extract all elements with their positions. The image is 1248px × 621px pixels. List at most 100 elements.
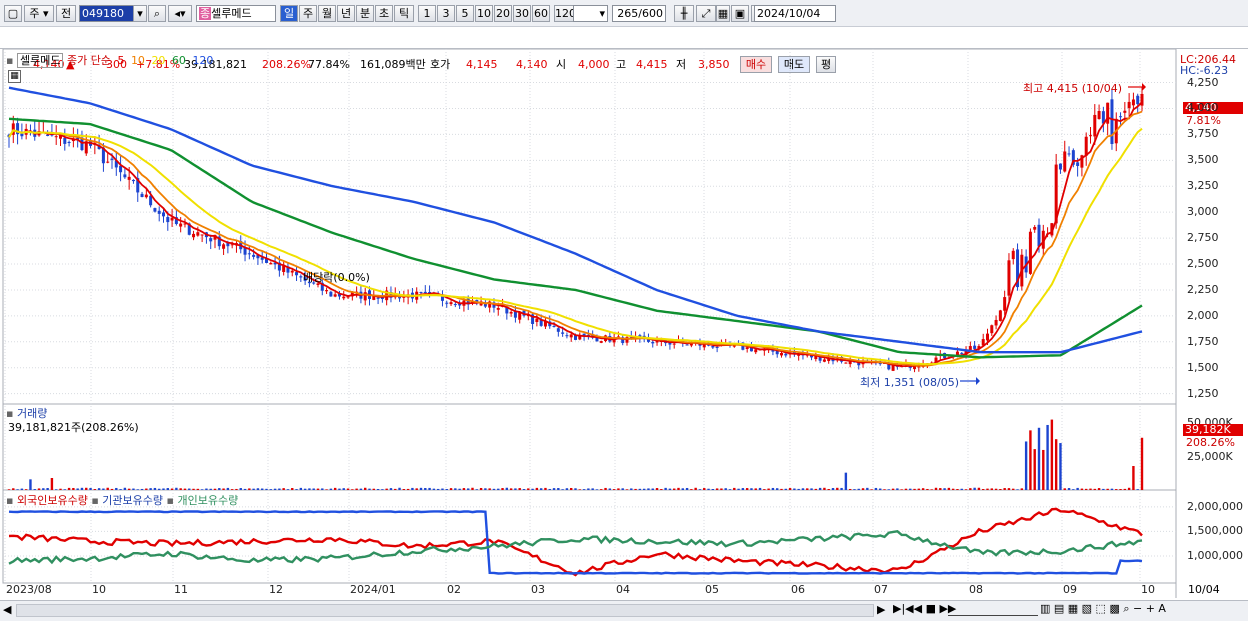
candle-body — [252, 254, 256, 257]
candle-body — [200, 234, 204, 236]
price-tick: 1,750 — [1187, 334, 1219, 348]
candle-body — [325, 290, 329, 292]
interval-60[interactable]: 60 — [532, 5, 550, 22]
tab-minute[interactable]: 분 — [356, 5, 374, 22]
x-axis-label: 05 — [705, 583, 719, 596]
volume-bar — [308, 488, 311, 490]
volume-bar — [342, 488, 345, 490]
volume-bar — [681, 488, 684, 490]
tab-week[interactable]: 주 — [299, 5, 317, 22]
volume-bar — [514, 488, 517, 490]
volume-bar — [145, 488, 148, 490]
zoom-slider[interactable] — [948, 604, 1038, 616]
volume-bar — [55, 489, 58, 490]
candle-type-icon[interactable]: ╫ — [674, 5, 694, 22]
bar-count-field[interactable]: 265/600 — [612, 5, 666, 22]
volume-bar — [1115, 489, 1118, 490]
volume-bar — [72, 487, 75, 490]
volume-bar — [1063, 488, 1066, 490]
volume-bar — [316, 488, 320, 490]
date-field[interactable]: 2024/10/04 — [754, 5, 836, 22]
volume-bar — [973, 487, 976, 490]
scroll-right-icon[interactable]: ▶ — [877, 603, 885, 616]
candle-body — [290, 270, 294, 273]
interval-custom-field[interactable]: ▾ — [573, 5, 608, 22]
interval-3[interactable]: 3 — [437, 5, 455, 22]
speaker-icon[interactable]: ◂▾ — [168, 5, 192, 22]
stock-badge: 종 — [199, 7, 212, 20]
volume-bar — [539, 488, 543, 490]
volume-bar — [46, 487, 49, 490]
volume-bar — [492, 488, 496, 490]
playback-controls[interactable]: ▶|◀◀ ■ ▶▶ — [893, 602, 956, 615]
candle-body — [745, 347, 749, 350]
volume-bar — [479, 487, 483, 490]
interval-30[interactable]: 30 — [513, 5, 531, 22]
stock-name-field[interactable]: 종셀루메드 — [196, 5, 276, 22]
volume-bar — [1097, 488, 1101, 490]
volume-bar — [1136, 489, 1139, 490]
scroll-left-icon[interactable]: ◀ — [3, 603, 11, 616]
period-select[interactable]: 주 ▾ — [24, 5, 54, 22]
tab-second[interactable]: 초 — [375, 5, 393, 22]
candle-body — [170, 217, 174, 221]
grid-icon[interactable]: ▦ — [716, 5, 730, 22]
interval-10[interactable]: 10 — [475, 5, 493, 22]
volume-bar — [703, 488, 706, 490]
stock-code-input[interactable]: 049180 — [79, 5, 135, 22]
volume-bar — [625, 489, 629, 490]
holding-tick: 2,000,000 — [1187, 499, 1243, 513]
tab-day[interactable]: 일 — [280, 5, 298, 22]
tab-month[interactable]: 월 — [318, 5, 336, 22]
volume-bar — [913, 488, 916, 490]
volume-bar — [488, 488, 491, 490]
chart-layout-icon[interactable]: ▢ — [4, 5, 22, 22]
volume-bar — [509, 488, 513, 490]
scrollbar-track[interactable] — [16, 604, 874, 617]
interval-20[interactable]: 20 — [494, 5, 512, 22]
draw-tool-icon[interactable]: ⤢ — [696, 5, 716, 22]
volume-bar — [788, 488, 792, 490]
volume-bar — [591, 488, 594, 490]
candle-body — [299, 276, 303, 278]
save-icon[interactable]: ▣ — [731, 5, 749, 22]
candle-body — [672, 343, 676, 345]
interval-5[interactable]: 5 — [456, 5, 474, 22]
candle-body — [844, 362, 848, 364]
volume-bar — [505, 487, 509, 490]
volume-bar — [891, 488, 895, 490]
volume-bar — [67, 487, 71, 490]
panel-border — [2, 403, 1177, 491]
holding-tick: 1,500,000 — [1187, 524, 1243, 538]
price-tick: 4,250 — [1187, 75, 1219, 89]
tab-tick[interactable]: 틱 — [394, 5, 414, 22]
candle-body — [222, 244, 226, 249]
volume-bar — [441, 488, 444, 490]
volume-bar — [848, 488, 852, 490]
volume-bar — [325, 489, 328, 490]
volume-bar — [797, 488, 800, 490]
volume-bar — [286, 489, 290, 490]
volume-bar — [638, 488, 642, 490]
volume-bar — [1033, 449, 1036, 490]
search-icon[interactable]: ⌕ — [148, 5, 166, 22]
volume-bar — [265, 488, 268, 490]
code-dropdown-icon[interactable]: ▾ — [133, 5, 147, 22]
holding-menu-icon[interactable]: ▪ — [6, 494, 13, 507]
x-axis-end-label: 10/04 — [1188, 583, 1220, 596]
volume-bar — [1067, 488, 1071, 490]
tab-year[interactable]: 년 — [337, 5, 355, 22]
table-toggle-icon[interactable]: ▦ — [8, 70, 21, 83]
prev-button[interactable]: 전 — [56, 5, 76, 22]
volume-bar — [127, 488, 131, 490]
interval-1[interactable]: 1 — [418, 5, 436, 22]
legend-menu-icon[interactable]: ▪ — [6, 54, 13, 67]
view-icons[interactable]: ▥ ▤ ▦ ▧ ⬚ ▩ ⌕ − + A — [1040, 602, 1166, 616]
volume-bar — [303, 488, 307, 490]
chart-canvas[interactable] — [0, 49, 1248, 621]
candle-body — [269, 263, 273, 265]
chart-toolbar: ▢ 주 ▾ 전 049180 ▾ ⌕ ◂▾ 종셀루메드 일 주 월 년 분 초 … — [0, 0, 1248, 27]
volume-bar — [887, 489, 890, 490]
volume-bar — [557, 488, 560, 490]
volume-bar — [424, 488, 427, 490]
